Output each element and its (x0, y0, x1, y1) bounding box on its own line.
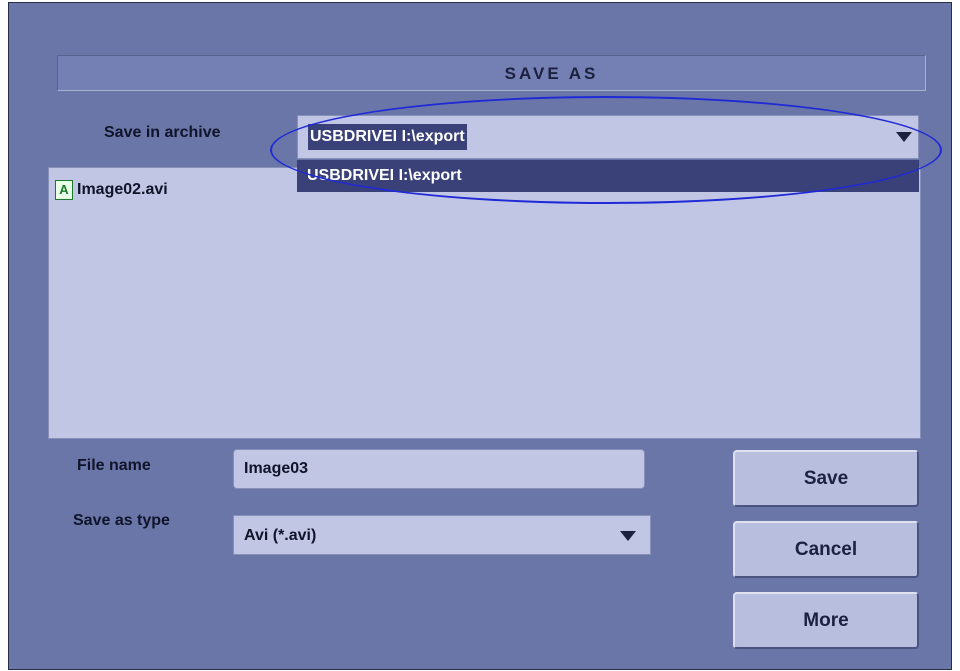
save-button[interactable]: Save (733, 450, 919, 507)
cancel-button[interactable]: Cancel (733, 521, 919, 578)
file-item-name: Image02.avi (77, 181, 168, 198)
dialog-title-bar: SAVE AS (57, 55, 926, 91)
chevron-down-icon[interactable] (896, 132, 912, 142)
save-as-type-select[interactable]: Avi (*.avi) (233, 515, 651, 555)
save-as-type-label: Save as type (73, 512, 170, 529)
archive-selected-value: USBDRIVEI I:\export (308, 124, 467, 150)
archive-dropdown-option[interactable]: USBDRIVEI I:\export (297, 160, 919, 192)
list-item[interactable]: A Image02.avi (55, 180, 168, 200)
file-name-input[interactable]: Image03 (233, 449, 645, 489)
dialog-title: SAVE AS (504, 64, 599, 83)
chevron-down-icon[interactable] (620, 531, 636, 541)
save-in-archive-select[interactable]: USBDRIVEI I:\export (297, 115, 919, 159)
more-button[interactable]: More (733, 592, 919, 649)
file-list[interactable]: A Image02.avi (48, 167, 921, 439)
avi-file-icon: A (55, 180, 73, 200)
save-type-value: Avi (*.avi) (244, 527, 317, 544)
save-in-archive-label: Save in archive (104, 124, 221, 141)
file-name-label: File name (77, 457, 151, 474)
